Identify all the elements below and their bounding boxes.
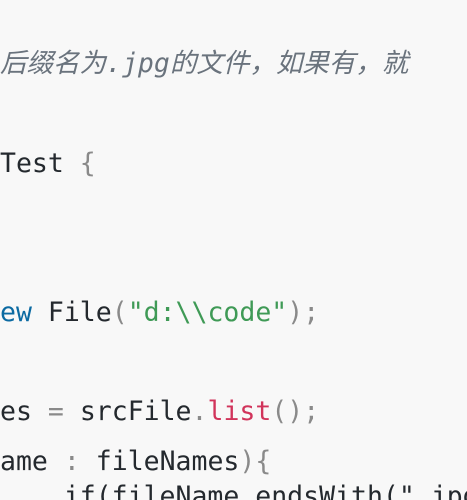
list-method: list: [207, 396, 272, 427]
class-declaration-line: Test {: [0, 147, 96, 181]
new-keyword: ew: [0, 297, 32, 328]
file-type: File: [47, 297, 112, 328]
path-string: "d:\\code": [127, 297, 288, 328]
class-name: Test: [0, 148, 64, 179]
code-viewer: 后缀名为.jpg的文件，如果有，就 Test { ew File("d:\\co…: [0, 0, 467, 500]
array-variable: es: [0, 396, 32, 427]
loop-close: ){: [239, 446, 272, 477]
array-name: fileNames: [95, 446, 240, 477]
loop-variable: ame: [0, 446, 48, 477]
comment-text-suffix: 的文件，如果有，就: [169, 48, 409, 79]
call-end: ();: [271, 396, 320, 427]
list-call-line: es = srcFile.list();: [0, 395, 319, 429]
class-open-brace: {: [79, 148, 96, 179]
partial-code-line: if(fileName.endsWith(".jpg")){: [0, 480, 467, 500]
comment-text-prefix: 后缀名为: [0, 48, 106, 79]
paren-open: (: [111, 297, 128, 328]
loop-colon: :: [63, 446, 80, 477]
file-instantiation-line: ew File("d:\\code");: [0, 296, 319, 330]
assign-operator: =: [47, 396, 64, 427]
paren-close-semicolon: );: [287, 297, 320, 328]
for-loop-line: ame : fileNames){: [0, 445, 271, 479]
src-file-variable: srcFile: [79, 396, 192, 427]
partial-line-text: if(fileName.endsWith(".jpg")){: [63, 481, 467, 500]
code-comment-line: 后缀名为.jpg的文件，如果有，就: [0, 47, 408, 81]
comment-text-ext: .jpg: [106, 48, 170, 79]
dot-operator: .: [191, 396, 208, 427]
